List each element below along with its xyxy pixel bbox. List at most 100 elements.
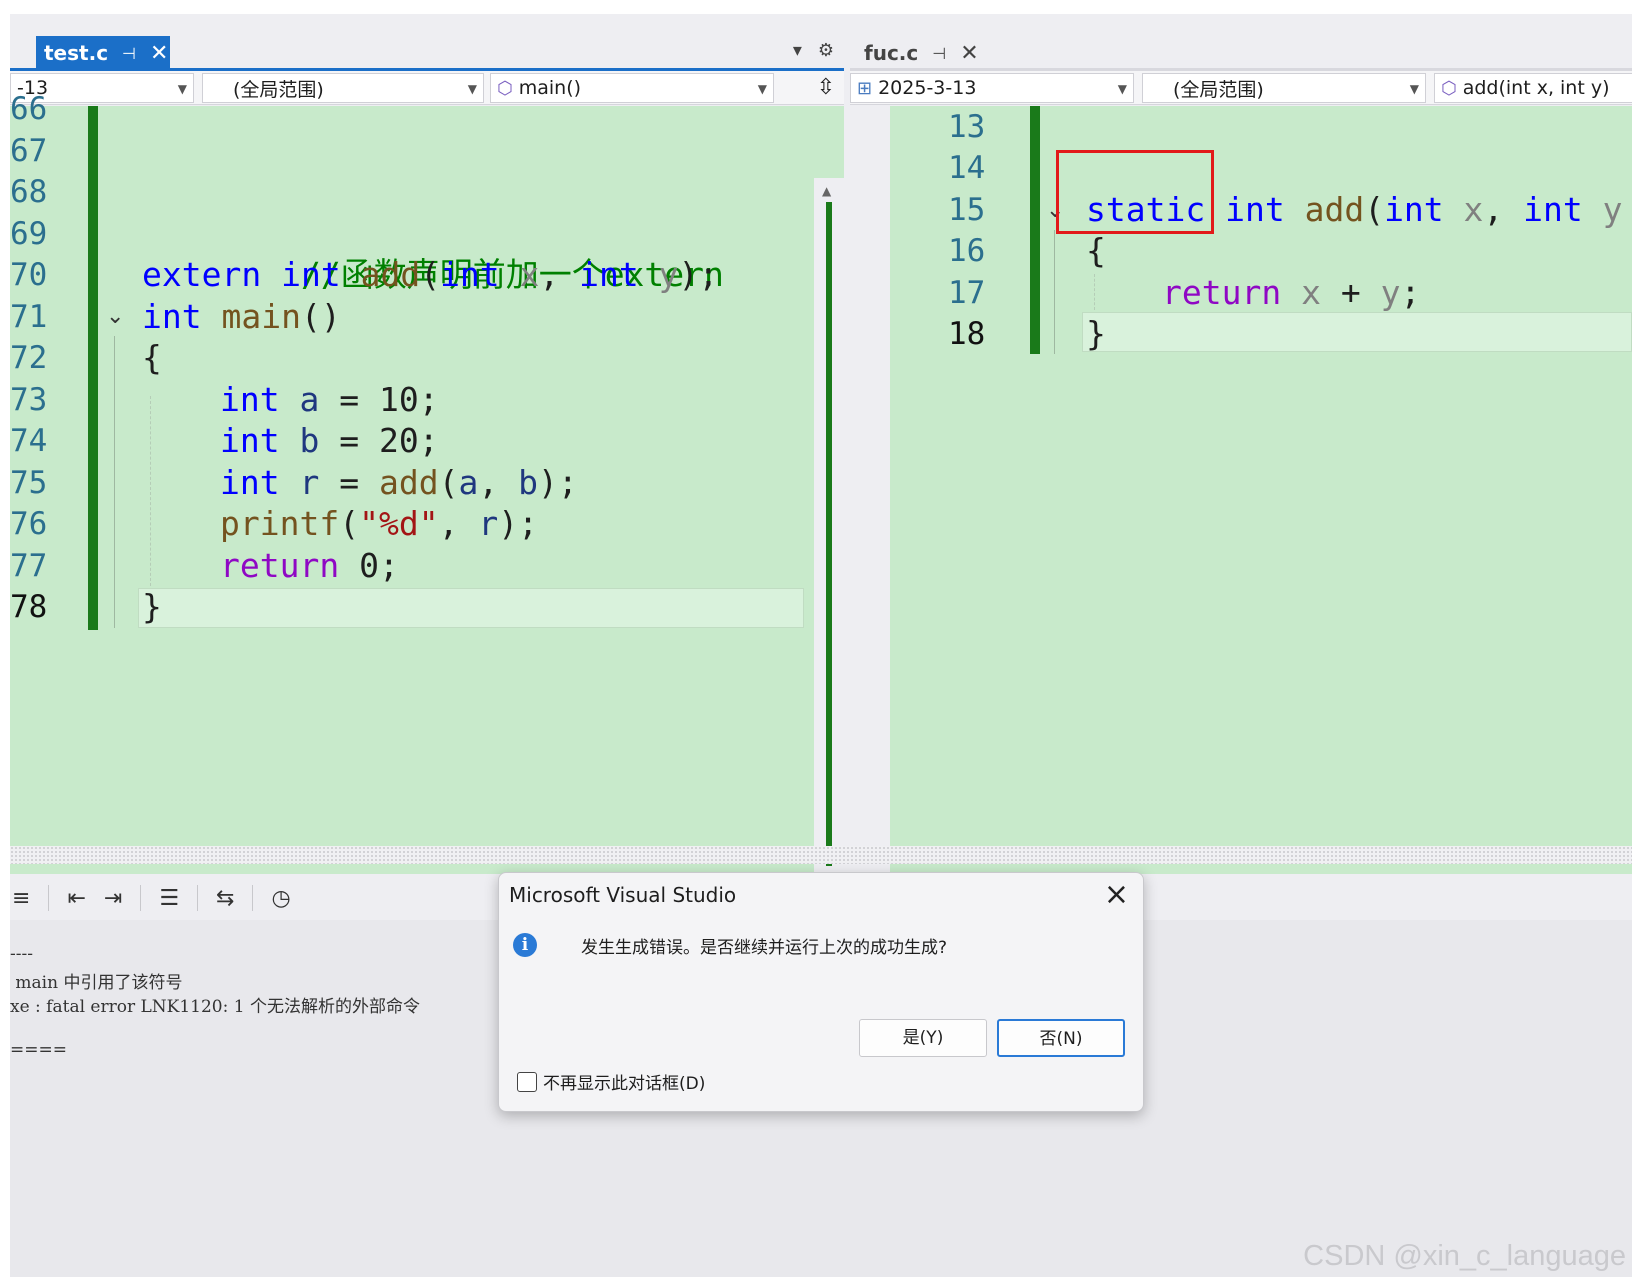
clear-all-icon[interactable]: ☰	[159, 886, 179, 911]
code-editor[interactable]: 13 14 15 16 17 18 ⌄ static int add(int x…	[890, 106, 1632, 874]
scope-combo-value: (全局范围)	[1173, 78, 1264, 101]
number-literal: 10;	[378, 380, 439, 419]
punctuation: );	[678, 255, 719, 294]
line-number: 68	[10, 174, 48, 210]
fold-toggle-icon[interactable]: ⌄	[106, 304, 124, 329]
tab-title: test.c	[44, 41, 109, 65]
split-window-icon[interactable]: ⇳	[812, 75, 840, 103]
scrollbar-change-map	[826, 202, 832, 866]
clear-output-icon[interactable]: ≡	[12, 886, 30, 911]
number-literal: 0;	[339, 546, 399, 585]
pin-icon[interactable]: ⊣	[122, 44, 136, 63]
tab-strip-tools: ▾ ⚙	[793, 40, 834, 61]
code-line: int r = add(a, b);	[220, 462, 578, 504]
project-combo-value: 2025-3-13	[878, 77, 977, 99]
punctuation: {	[142, 338, 162, 377]
line-number: 73	[10, 382, 48, 418]
info-icon: i	[513, 933, 537, 957]
tab-test-c[interactable]: test.c ⊣ ✕	[36, 36, 170, 70]
pin-icon[interactable]: ⊣	[932, 44, 946, 63]
watermark: CSDN @xin_c_language	[1303, 1240, 1626, 1272]
code-line: {	[1086, 230, 1106, 272]
local-variable: b	[518, 463, 538, 502]
parameter: x	[1301, 273, 1321, 312]
line-number: 71	[10, 299, 48, 335]
code-line: return 0;	[220, 545, 399, 587]
line-number: 74	[10, 423, 48, 459]
toolbar-separator	[48, 885, 50, 911]
function-name: printf	[220, 504, 340, 543]
line-number: 17	[948, 275, 986, 311]
keyword: int	[1225, 190, 1285, 229]
vertical-scrollbar[interactable]: ▲	[814, 178, 844, 874]
number-literal: 20;	[378, 421, 439, 460]
line-number: 70	[10, 257, 48, 293]
project-combo[interactable]: ⊞ 2025-3-13 ▼	[850, 73, 1134, 103]
punctuation: (	[438, 463, 459, 502]
keyword: int	[281, 255, 341, 294]
punctuation: );	[498, 504, 538, 543]
member-combo[interactable]: ⬡ main() ▼	[490, 73, 774, 103]
scope-combo-value: (全局范围)	[233, 78, 324, 101]
punctuation: }	[142, 587, 162, 626]
code-line: return x + y;	[1162, 272, 1420, 314]
word-wrap-icon[interactable]: ⇆	[216, 886, 234, 911]
toolbar-separator	[197, 885, 199, 911]
code-line: {	[142, 337, 162, 379]
next-message-icon[interactable]: ⇥	[104, 886, 122, 911]
tab-list-dropdown-icon[interactable]: ▾	[793, 40, 802, 61]
scope-combo[interactable]: (全局范围) ▼	[202, 73, 484, 103]
panel-splitter[interactable]	[10, 846, 1632, 864]
editor-pane-test-c: test.c ⊣ ✕ ▾ ⚙ -13 ▼ (全局范围) ▼ ⬡ main() ▼…	[10, 34, 844, 874]
close-icon[interactable]: ×	[1104, 877, 1129, 912]
scroll-up-icon[interactable]: ▲	[822, 184, 831, 198]
project-icon: ⊞	[857, 77, 873, 99]
change-indicator-bar	[1030, 106, 1040, 354]
fold-guide	[1054, 230, 1055, 354]
keyword: int	[440, 255, 500, 294]
close-icon[interactable]: ✕	[150, 41, 168, 66]
string-literal: "%d"	[359, 504, 439, 543]
previous-message-icon[interactable]: ⇤	[67, 886, 85, 911]
line-number: 77	[10, 548, 48, 584]
line-number: 72	[10, 340, 48, 376]
control-keyword: return	[220, 546, 340, 585]
scope-combo[interactable]: (全局范围) ▼	[1142, 73, 1426, 103]
dialog-title: Microsoft Visual Studio	[509, 883, 737, 907]
gear-icon[interactable]: ⚙	[818, 40, 834, 61]
change-indicator-bar	[88, 106, 98, 630]
line-number: 75	[10, 465, 48, 501]
tab-fuc-c[interactable]: fuc.c ⊣ ✕	[856, 36, 979, 70]
punctuation: ;	[1400, 273, 1421, 312]
editor-pane-fuc-c: fuc.c ⊣ ✕ ⊞ 2025-3-13 ▼ (全局范围) ▼ ⬡ add(i…	[850, 34, 1632, 874]
close-icon[interactable]: ✕	[960, 41, 978, 66]
checkbox-label: 不再显示此对话框(D)	[543, 1074, 706, 1094]
keyword: int	[220, 421, 280, 460]
no-button[interactable]: 否(N)	[997, 1019, 1125, 1057]
output-line: ====	[10, 1040, 67, 1060]
output-line: main 中引用了该符号	[10, 973, 183, 993]
code-editor[interactable]: 66 67 68 69 70 71 72 73 74 75 76 77 78 ⌄…	[10, 91, 844, 874]
chevron-down-icon: ▼	[177, 82, 187, 96]
fold-guide	[114, 336, 115, 628]
function-name: add	[1304, 190, 1365, 229]
punctuation: ,	[438, 504, 479, 543]
punctuation: (	[339, 504, 360, 543]
code-line: }	[142, 586, 162, 628]
indent-guide	[150, 396, 151, 586]
output-line: xe : fatal error LNK1120: 1 个无法解析的外部命令	[10, 997, 420, 1017]
tab-strip: test.c ⊣ ✕ ▾ ⚙	[10, 34, 844, 71]
clock-icon[interactable]: ◷	[271, 886, 290, 911]
parameter: y	[658, 255, 679, 294]
line-number-current: 78	[10, 589, 48, 625]
dont-show-again-checkbox[interactable]: 不再显示此对话框(D)	[517, 1069, 705, 1094]
keyword: extern	[142, 255, 262, 294]
checkbox-box[interactable]	[517, 1071, 537, 1092]
code-line: //函数声明前加一个extern	[142, 212, 724, 294]
yes-button[interactable]: 是(Y)	[859, 1019, 987, 1057]
local-variable: r	[478, 504, 499, 543]
member-combo[interactable]: ⬡ add(int x, int y)	[1434, 73, 1632, 103]
local-variable: a	[299, 380, 320, 419]
keyword: int	[1384, 190, 1444, 229]
member-combo-value: main()	[518, 77, 582, 99]
